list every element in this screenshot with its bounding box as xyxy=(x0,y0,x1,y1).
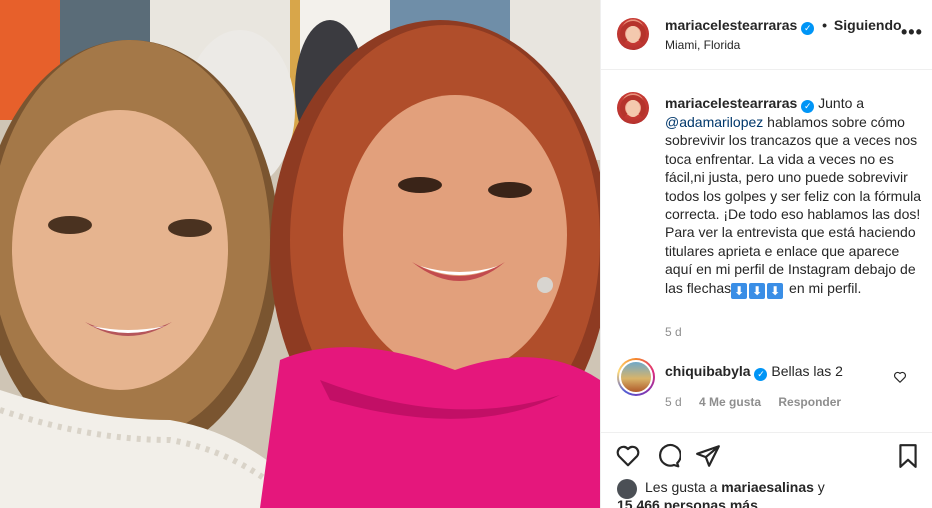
post-sidebar: mariacelestearraras ✓ • Siguiendo Miami,… xyxy=(600,0,932,508)
post-header: mariacelestearraras ✓ • Siguiendo Miami,… xyxy=(601,0,932,70)
caption-text: mariacelestearraras ✓ Junto a @adamarilo… xyxy=(665,94,925,299)
comment-reply-button[interactable]: Responder xyxy=(778,395,841,409)
caption-author-avatar[interactable] xyxy=(617,92,649,124)
caption-mention-link[interactable]: @adamarilopez xyxy=(665,114,763,130)
commenter-avatar[interactable] xyxy=(617,358,655,396)
photo-illustration xyxy=(0,0,600,508)
share-icon[interactable] xyxy=(695,443,721,469)
action-bar xyxy=(601,432,932,478)
more-horizontal-icon[interactable]: ••• xyxy=(901,22,923,43)
arrow-down-emoji-icon: ⬇ xyxy=(731,282,748,299)
arrow-down-emoji-icon: ⬇ xyxy=(749,282,766,299)
avatar-face xyxy=(626,26,640,43)
author-username[interactable]: mariacelestearraras xyxy=(665,17,797,33)
caption-timestamp[interactable]: 5 d xyxy=(665,325,682,339)
comment-line: chiquibabyla ✓ Bellas las 2 xyxy=(665,363,843,381)
commenter-username[interactable]: chiquibabyla xyxy=(665,363,751,379)
verified-badge-icon: ✓ xyxy=(801,100,815,113)
heart-icon[interactable] xyxy=(615,443,641,469)
likes-prefix: Les gusta a xyxy=(645,479,718,495)
comment-text: Bellas las 2 xyxy=(771,363,843,379)
likes-count[interactable]: 15.466 personas más xyxy=(617,497,758,508)
liker-username[interactable]: mariaesalinas xyxy=(721,479,814,495)
post-location[interactable]: Miami, Florida xyxy=(665,38,740,52)
author-avatar[interactable] xyxy=(617,18,649,50)
likes-line-1: Les gusta a mariaesalinas y xyxy=(645,478,825,496)
follow-status-button[interactable]: Siguiendo xyxy=(834,17,902,33)
bookmark-icon[interactable] xyxy=(895,443,921,469)
comment-likes-count[interactable]: 4 Me gusta xyxy=(699,395,761,409)
separator-dot: • xyxy=(822,17,828,33)
comment-meta: 5 d 4 Me gusta Responder xyxy=(665,395,855,409)
verified-badge-icon: ✓ xyxy=(801,22,815,35)
caption-lead: Junto a xyxy=(818,95,865,111)
commenter-avatar-image xyxy=(619,360,653,394)
header-user-line: mariacelestearraras ✓ • Siguiendo xyxy=(665,17,902,35)
comment-like-heart-icon[interactable] xyxy=(893,370,907,384)
comment-icon[interactable] xyxy=(655,443,681,469)
post-photo[interactable] xyxy=(0,0,600,508)
verified-badge-icon: ✓ xyxy=(754,368,768,381)
caption-body: hablamos sobre cómo sobrevivir los tranc… xyxy=(665,114,922,296)
caption-tail: en mi perfil. xyxy=(789,279,862,296)
comment-item: chiquibabyla ✓ Bellas las 2 5 d 4 Me gus… xyxy=(617,358,917,418)
likes-line-2: 15.466 personas más xyxy=(617,496,758,508)
arrow-down-emoji-icon: ⬇ xyxy=(767,282,784,299)
comment-timestamp[interactable]: 5 d xyxy=(665,395,682,409)
caption-username[interactable]: mariacelestearraras xyxy=(665,95,797,111)
likes-and: y xyxy=(817,479,825,495)
avatar-face xyxy=(626,100,640,117)
